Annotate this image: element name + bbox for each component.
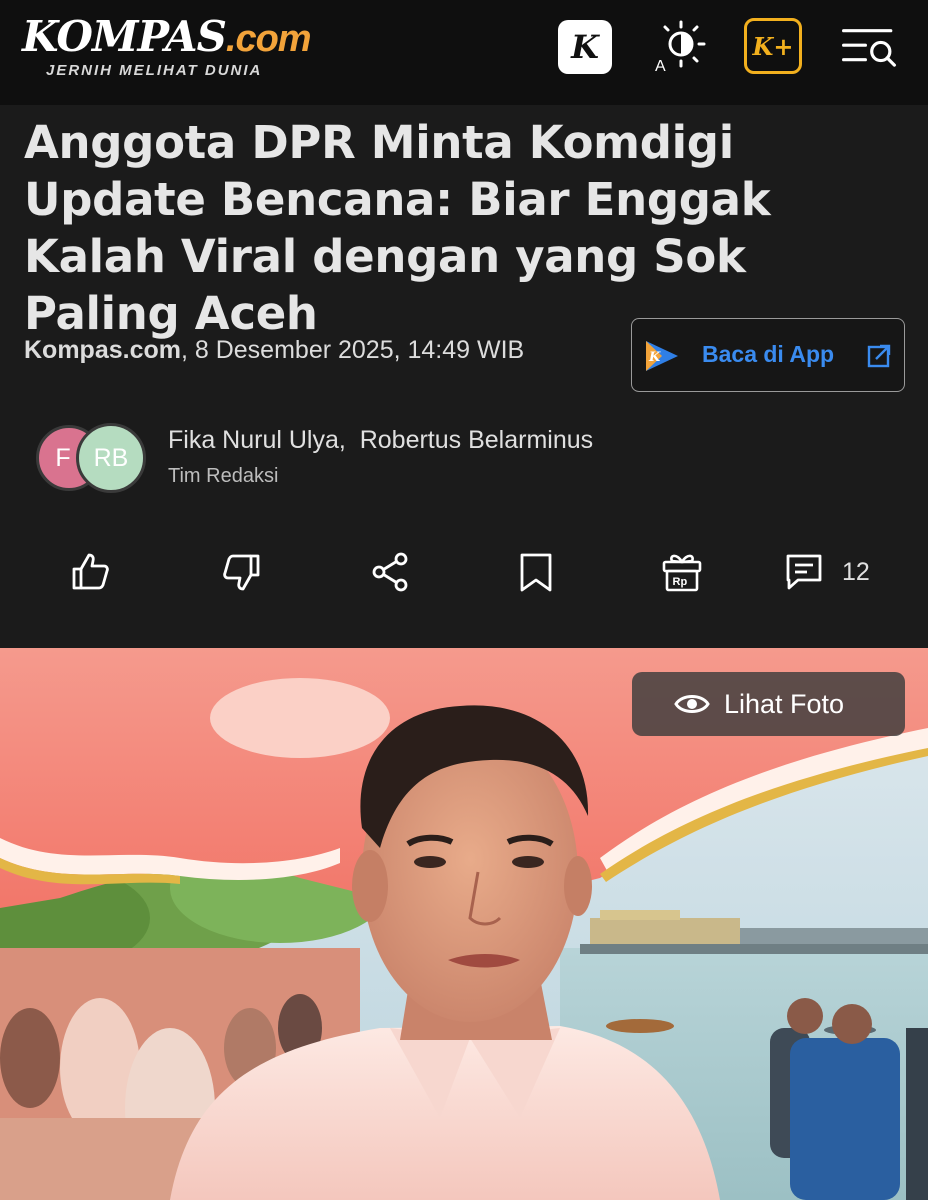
- theme-toggle-icon[interactable]: A: [650, 18, 708, 76]
- svg-text:A: A: [655, 58, 666, 75]
- article-title: Anggota DPR Minta Komdigi Update Bencana…: [24, 116, 771, 340]
- logo-suffix: .com: [225, 18, 312, 60]
- top-navigation-bar: KOMPAS.com JERNIH MELIHAT DUNIA K A K+: [0, 0, 928, 105]
- kompas-k-icon[interactable]: K: [558, 20, 612, 74]
- read-in-app-button[interactable]: K Baca di App: [631, 318, 905, 392]
- dislike-button[interactable]: [218, 548, 266, 596]
- svg-text:K: K: [648, 350, 661, 365]
- article-date: , 8 Desember 2025, 14:49 WIB: [180, 336, 525, 364]
- avatar-initial-1: F: [55, 443, 71, 472]
- like-button[interactable]: [66, 548, 114, 596]
- share-button[interactable]: [366, 548, 414, 596]
- share-icon: [372, 552, 408, 592]
- author-avatar-2[interactable]: RB: [76, 423, 146, 493]
- author-names[interactable]: Fika Nurul Ulya, Robertus Belarminus: [168, 426, 593, 455]
- bookmark-icon: [520, 553, 552, 592]
- view-photo-button[interactable]: Lihat Foto: [632, 672, 905, 736]
- comment-count[interactable]: 12: [842, 558, 870, 587]
- k-icon-label: K: [571, 28, 599, 66]
- external-link-icon: [867, 344, 891, 368]
- dislike-icon: [223, 554, 260, 591]
- menu-search-icon[interactable]: [840, 18, 898, 76]
- kompas-logo[interactable]: KOMPAS.com JERNIH MELIHAT DUNIA: [22, 12, 312, 80]
- kompas-app-icon: K: [646, 341, 678, 371]
- comment-icon: [786, 554, 822, 590]
- article-source: Kompas.com: [24, 336, 181, 364]
- view-photo-label: Lihat Foto: [724, 689, 845, 719]
- eye-icon: [674, 695, 710, 713]
- article-meta: Kompas.com, 8 Desember 2025, 14:49 WIB: [24, 336, 524, 365]
- avatar-initial-2: RB: [93, 443, 129, 472]
- bookmark-button[interactable]: [512, 548, 560, 596]
- comment-button[interactable]: [780, 548, 828, 596]
- author-team: Tim Redaksi: [168, 465, 279, 487]
- logo-wordmark: KOMPAS.com: [22, 12, 312, 62]
- logo-text: KOMPAS: [22, 12, 227, 61]
- kompas-plus-icon[interactable]: K+: [744, 18, 802, 74]
- gift-button[interactable]: Rp: [658, 548, 706, 596]
- kplus-icon-label: K+: [752, 31, 794, 61]
- logo-tagline: JERNIH MELIHAT DUNIA: [46, 62, 263, 79]
- gift-icon-label: Rp: [673, 576, 688, 588]
- gift-icon: Rp: [662, 554, 702, 592]
- like-icon: [72, 553, 109, 590]
- read-in-app-label: Baca di App: [702, 341, 835, 367]
